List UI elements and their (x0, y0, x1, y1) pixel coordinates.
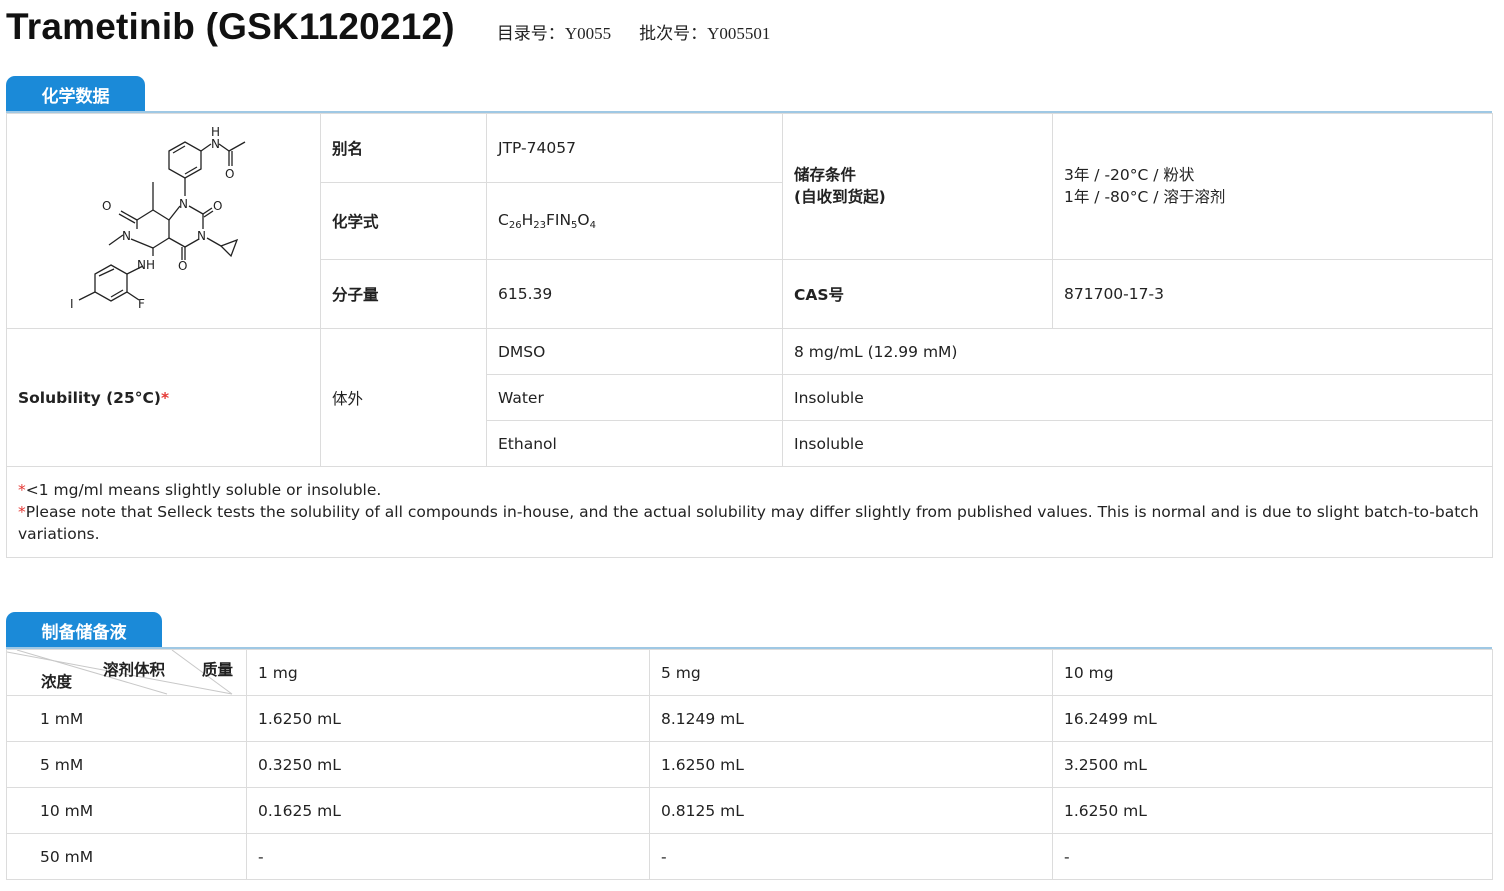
table-row: 50 mM - - - (6, 833, 1493, 880)
solvent-name: DMSO (486, 328, 783, 375)
stock-solution-table: 质量 溶剂体积 浓度 1 mg 5 mg 10 mg 1 mM 1.6250 m… (6, 649, 1493, 880)
solubility-value: Insoluble (782, 420, 1493, 467)
alias-label: 别名 (320, 112, 487, 184)
volume-cell: 16.2499 mL (1052, 695, 1493, 742)
volume-cell: 3.2500 mL (1052, 741, 1493, 788)
formula-value: C26H23FIN5O4 (486, 182, 783, 260)
mass-header: 10 mg (1052, 649, 1493, 696)
note-line-2: *Please note that Selleck tests the solu… (18, 503, 1479, 543)
solvent-name: Water (486, 374, 783, 421)
mw-label: 分子量 (320, 258, 487, 330)
volume-cell: 0.8125 mL (649, 787, 1053, 834)
concentration-cell: 10 mM (6, 787, 247, 834)
concentration-cell: 5 mM (6, 741, 247, 788)
chem-data-table: H N O O N O N N NH O I F 别名 JTP-74057 储存… (6, 112, 1493, 558)
catalog-value: Y0055 (564, 24, 612, 43)
volume-cell: 1.6250 mL (246, 695, 650, 742)
volume-cell: - (649, 833, 1053, 880)
atom-n: N (211, 137, 220, 151)
cas-value: 871700-17-3 (1052, 258, 1493, 330)
batch-number: 批次号：Y005501 (639, 19, 770, 44)
table-corner-header: 质量 溶剂体积 浓度 (6, 649, 247, 696)
atom-n: N (122, 229, 131, 243)
cas-label: CAS号 (782, 258, 1053, 330)
corner-volume-label: 溶剂体积 (103, 661, 166, 679)
solubility-label: Solubility (25°C)* (6, 328, 321, 467)
atom-o: O (102, 199, 111, 213)
page-title: Trametinib (GSK1120212) (6, 6, 455, 47)
corner-conc-label: 浓度 (41, 673, 73, 691)
atom-nh: NH (137, 258, 155, 272)
storage-label-line1: 储存条件 (794, 166, 857, 185)
mass-header: 1 mg (246, 649, 650, 696)
chem-section-tab[interactable]: 化学数据 (6, 76, 145, 112)
page-header: Trametinib (GSK1120212) 目录号：Y0055 批次号：Y0… (6, 2, 770, 52)
batch-value: Y005501 (707, 24, 771, 43)
concentration-cell: 50 mM (6, 833, 247, 880)
table-row: 1 mM 1.6250 mL 8.1249 mL 16.2499 mL (6, 695, 1493, 742)
batch-label: 批次号： (639, 24, 708, 44)
atom-i: I (70, 297, 74, 311)
solvent-name: Ethanol (486, 420, 783, 467)
volume-cell: 0.3250 mL (246, 741, 650, 788)
volume-cell: 8.1249 mL (649, 695, 1053, 742)
mass-header: 5 mg (649, 649, 1053, 696)
catalog-number: 目录号：Y0055 (497, 19, 611, 44)
storage-value: 3年 / -20°C / 粉状 1年 / -80°C / 溶于溶剂 (1052, 113, 1493, 260)
atom-f: F (138, 297, 145, 311)
atom-n: N (179, 197, 188, 211)
atom-o: O (225, 167, 234, 181)
alias-value: JTP-74057 (486, 112, 783, 184)
storage-label-line2: (自收到货起) (794, 188, 886, 207)
in-vitro-label: 体外 (320, 328, 487, 467)
chemical-structure-image: H N O O N O N N NH O I F (70, 125, 246, 311)
table-row: 5 mM 0.3250 mL 1.6250 mL 3.2500 mL (6, 741, 1493, 788)
atom-o: O (213, 199, 222, 213)
atom-n: N (197, 229, 206, 243)
storage-solvent: 1年 / -80°C / 溶于溶剂 (1064, 188, 1226, 207)
catalog-label: 目录号： (496, 24, 565, 44)
solubility-value: Insoluble (782, 374, 1493, 421)
volume-cell: 1.6250 mL (1052, 787, 1493, 834)
solubility-notes: *<1 mg/ml means slightly soluble or inso… (6, 466, 1493, 558)
prep-section-tab[interactable]: 制备储备液 (6, 612, 162, 648)
volume-cell: - (1052, 833, 1493, 880)
storage-label: 储存条件 (自收到货起) (782, 113, 1053, 260)
corner-mass-label: 质量 (202, 661, 234, 679)
volume-cell: 0.1625 mL (246, 787, 650, 834)
mw-value: 615.39 (486, 258, 783, 330)
formula-label: 化学式 (320, 182, 487, 260)
concentration-cell: 1 mM (6, 695, 247, 742)
table-row: 10 mM 0.1625 mL 0.8125 mL 1.6250 mL (6, 787, 1493, 834)
volume-cell: 1.6250 mL (649, 741, 1053, 788)
solubility-star: * (160, 388, 170, 407)
note-line-1: *<1 mg/ml means slightly soluble or inso… (18, 481, 382, 499)
structure-cell: H N O O N O N N NH O I F (6, 113, 321, 329)
solubility-value: 8 mg/mL (12.99 mM) (782, 328, 1493, 375)
storage-powder: 3年 / -20°C / 粉状 (1064, 166, 1195, 185)
atom-o: O (178, 259, 187, 273)
volume-cell: - (246, 833, 650, 880)
